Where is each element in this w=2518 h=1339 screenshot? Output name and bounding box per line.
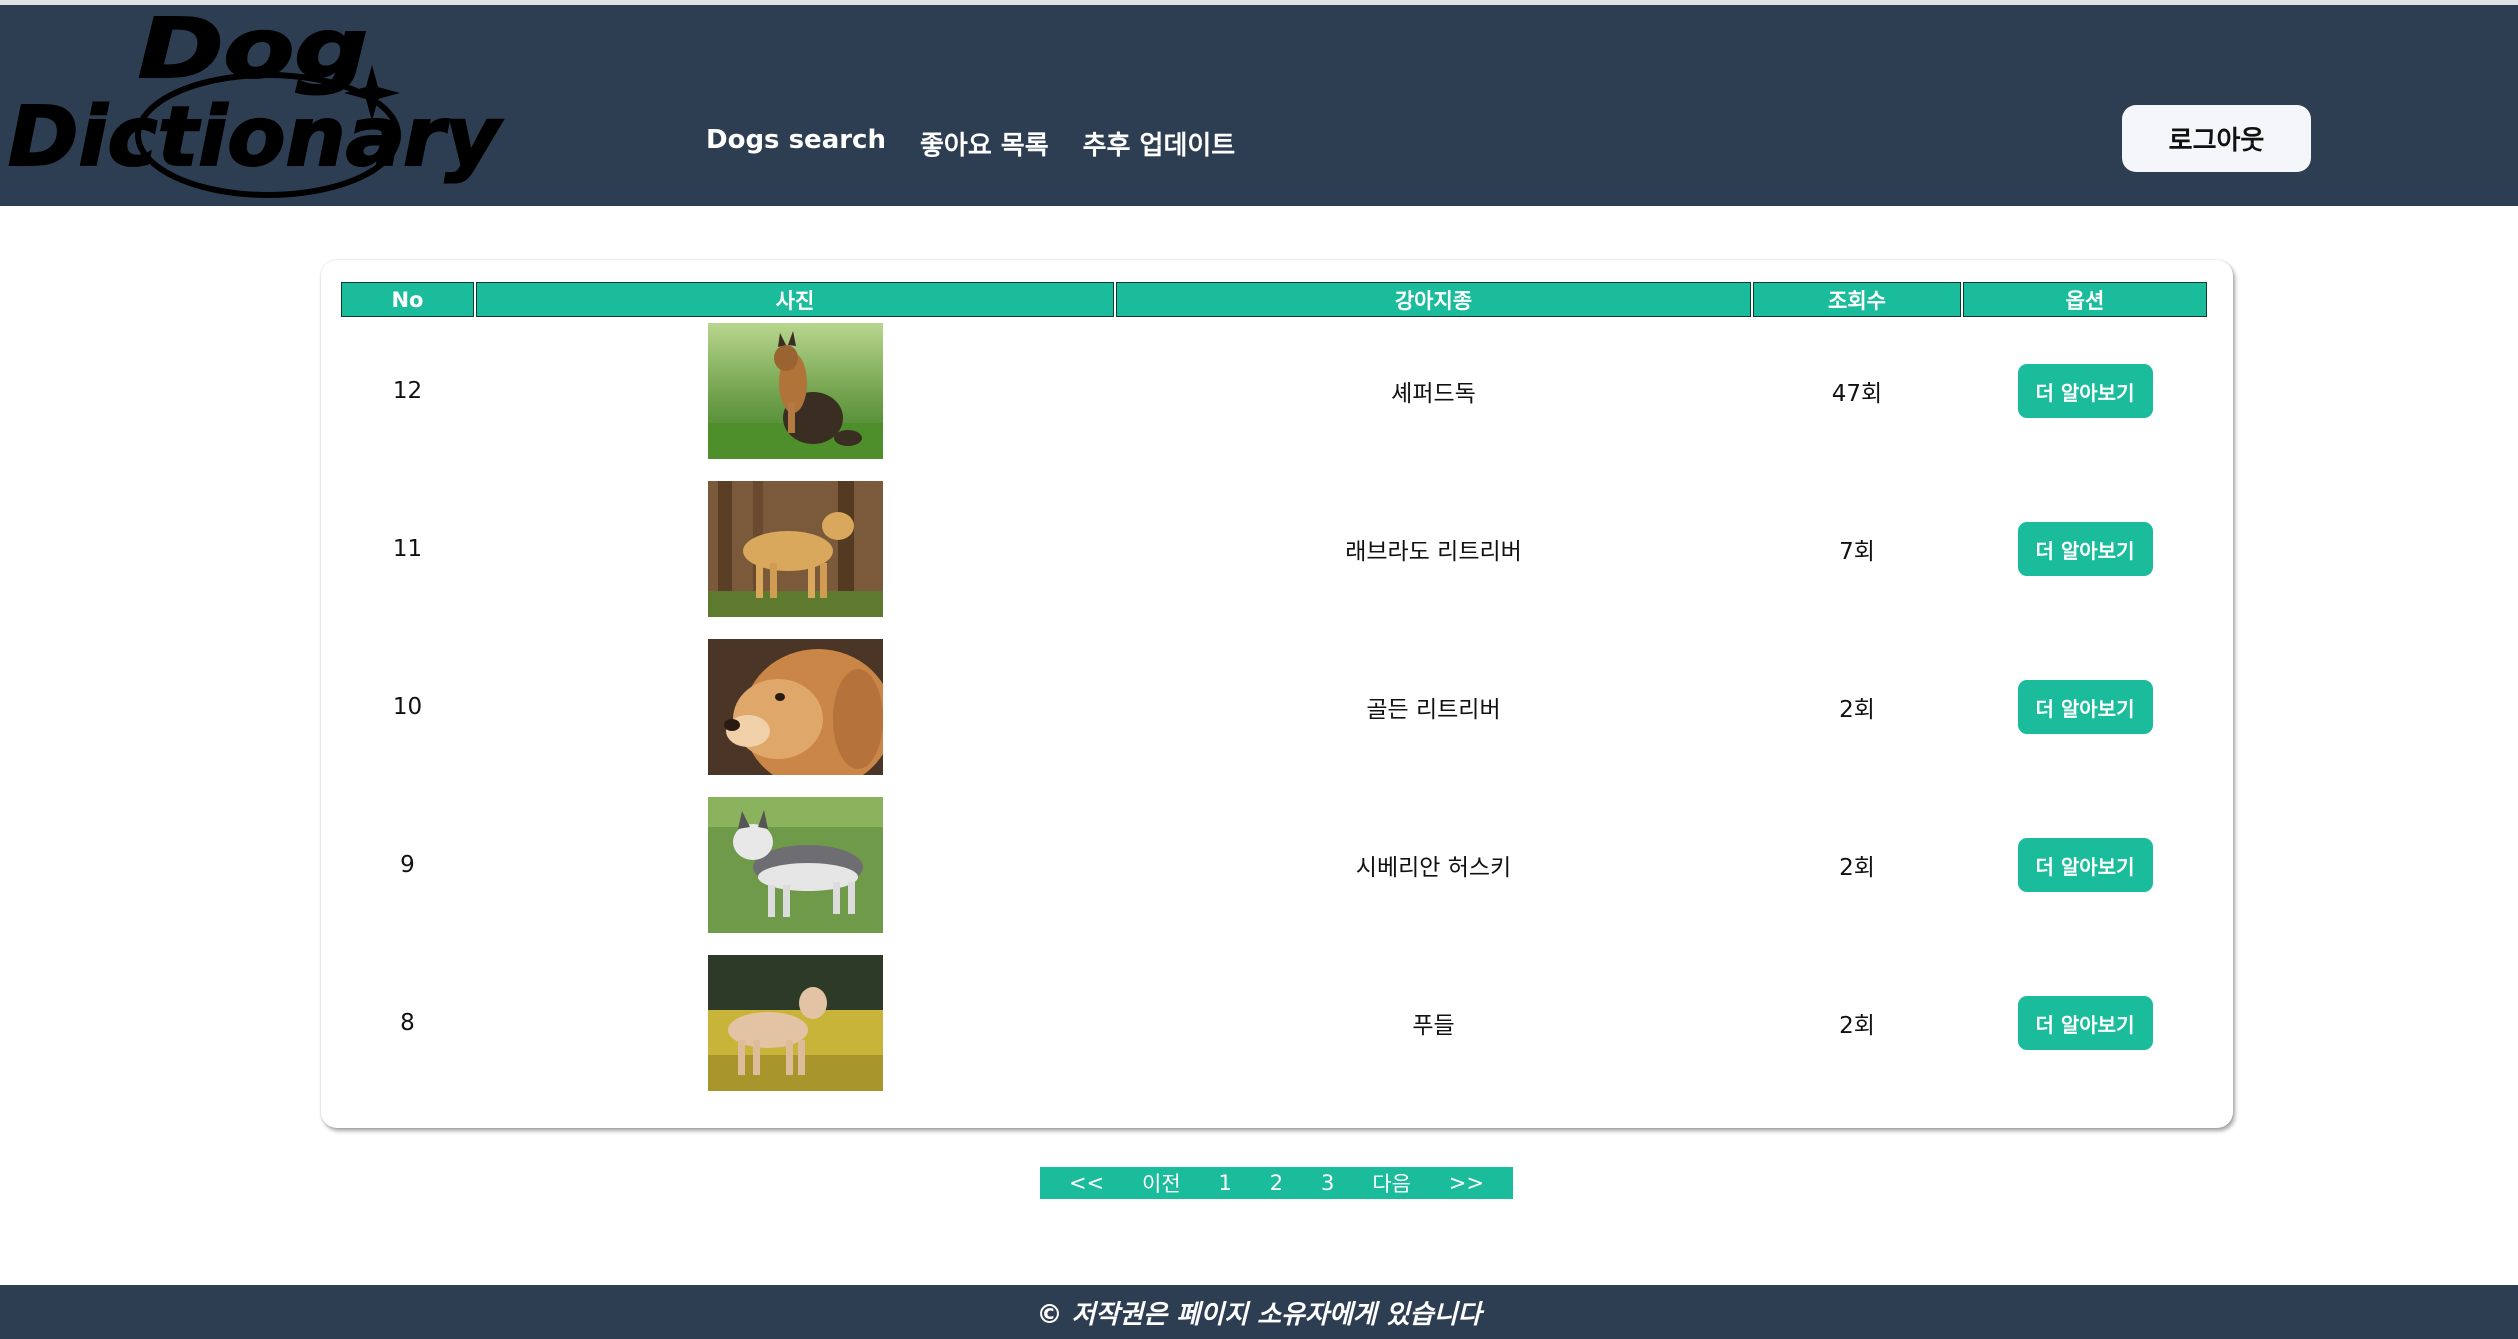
breed-name: 셰퍼드독 <box>1391 381 1476 407</box>
main-nav: Dogs search 좋아요 목록 추후 업데이트 <box>706 125 1235 162</box>
nav-future-updates[interactable]: 추후 업데이트 <box>1083 125 1236 162</box>
poodle-photo[interactable] <box>707 955 883 1091</box>
column-header-photo: 사진 <box>476 282 1114 317</box>
nav-dogs-search[interactable]: Dogs search <box>706 125 886 162</box>
first-page-link[interactable]: << <box>1069 1171 1104 1195</box>
table-row: 9 시베리안 허스키 2회 더 알아보기 <box>341 797 2213 933</box>
page-1-link[interactable]: 1 <box>1219 1171 1232 1195</box>
row-number: 9 <box>400 852 415 878</box>
view-count: 7회 <box>1839 539 1875 565</box>
row-number: 10 <box>392 694 423 720</box>
column-header-breed: 강아지종 <box>1116 282 1751 317</box>
learn-more-button[interactable]: 더 알아보기 <box>2017 838 2153 892</box>
last-page-link[interactable]: >> <box>1449 1171 1484 1195</box>
nav-liked-list[interactable]: 좋아요 목록 <box>920 125 1049 162</box>
breed-name: 골든 리트리버 <box>1366 697 1501 723</box>
view-count: 47회 <box>1831 381 1883 407</box>
logo-text-dictionary: Dictionary <box>8 90 504 185</box>
table-row: 12 셰퍼드독 47회 더 알아보기 <box>341 323 2213 459</box>
prev-page-link[interactable]: 이전 <box>1142 1168 1181 1198</box>
golden-retriever-photo[interactable] <box>707 639 883 775</box>
learn-more-button[interactable]: 더 알아보기 <box>2017 364 2153 418</box>
page-2-link[interactable]: 2 <box>1270 1171 1283 1195</box>
logo-text-dog: Dog <box>138 5 368 97</box>
view-count: 2회 <box>1839 855 1875 881</box>
row-number: 8 <box>400 1010 415 1036</box>
column-header-views: 조회수 <box>1753 282 1961 317</box>
learn-more-button[interactable]: 더 알아보기 <box>2017 680 2153 734</box>
labrador-retriever-photo[interactable] <box>707 481 883 617</box>
table-row: 10 골든 리트리버 2회 더 알아보기 <box>341 639 2213 775</box>
logout-button[interactable]: 로그아웃 <box>2122 105 2311 172</box>
page-3-link[interactable]: 3 <box>1321 1171 1334 1195</box>
row-number: 12 <box>392 378 423 404</box>
german-shepherd-photo[interactable] <box>707 323 883 459</box>
learn-more-button[interactable]: 더 알아보기 <box>2017 996 2153 1050</box>
row-number: 11 <box>392 536 423 562</box>
table-row: 11 래브라도 리트리버 7회 더 알아보기 <box>341 481 2213 617</box>
view-count: 2회 <box>1839 1013 1875 1039</box>
table-row: 8 푸들 2회 더 알아보기 <box>341 955 2213 1091</box>
column-header-no: No <box>341 282 474 317</box>
dog-table-card: No 사진 강아지종 조회수 옵션 12 셰퍼드독 47회 더 알아보기 11 … <box>321 260 2233 1128</box>
site-footer: © 저작권은 페이지 소유자에게 있습니다 <box>0 1285 2518 1339</box>
site-logo[interactable]: Dog Dictionary <box>0 5 520 211</box>
table-header: No 사진 강아지종 조회수 옵션 <box>341 282 2213 317</box>
top-header: Dog Dictionary Dogs search 좋아요 목록 추후 업데이… <box>0 0 2518 206</box>
column-header-options: 옵션 <box>1963 282 2207 317</box>
view-count: 2회 <box>1839 697 1875 723</box>
breed-name: 푸들 <box>1412 1013 1455 1039</box>
copyright-text: © 저작권은 페이지 소유자에게 있습니다 <box>1036 1299 1482 1330</box>
next-page-link[interactable]: 다음 <box>1372 1168 1411 1198</box>
siberian-husky-photo[interactable] <box>707 797 883 933</box>
breed-name: 시베리안 허스키 <box>1355 855 1512 881</box>
learn-more-button[interactable]: 더 알아보기 <box>2017 522 2153 576</box>
breed-name: 래브라도 리트리버 <box>1345 539 1522 565</box>
pagination: << 이전 1 2 3 다음 >> <box>1040 1167 1513 1199</box>
